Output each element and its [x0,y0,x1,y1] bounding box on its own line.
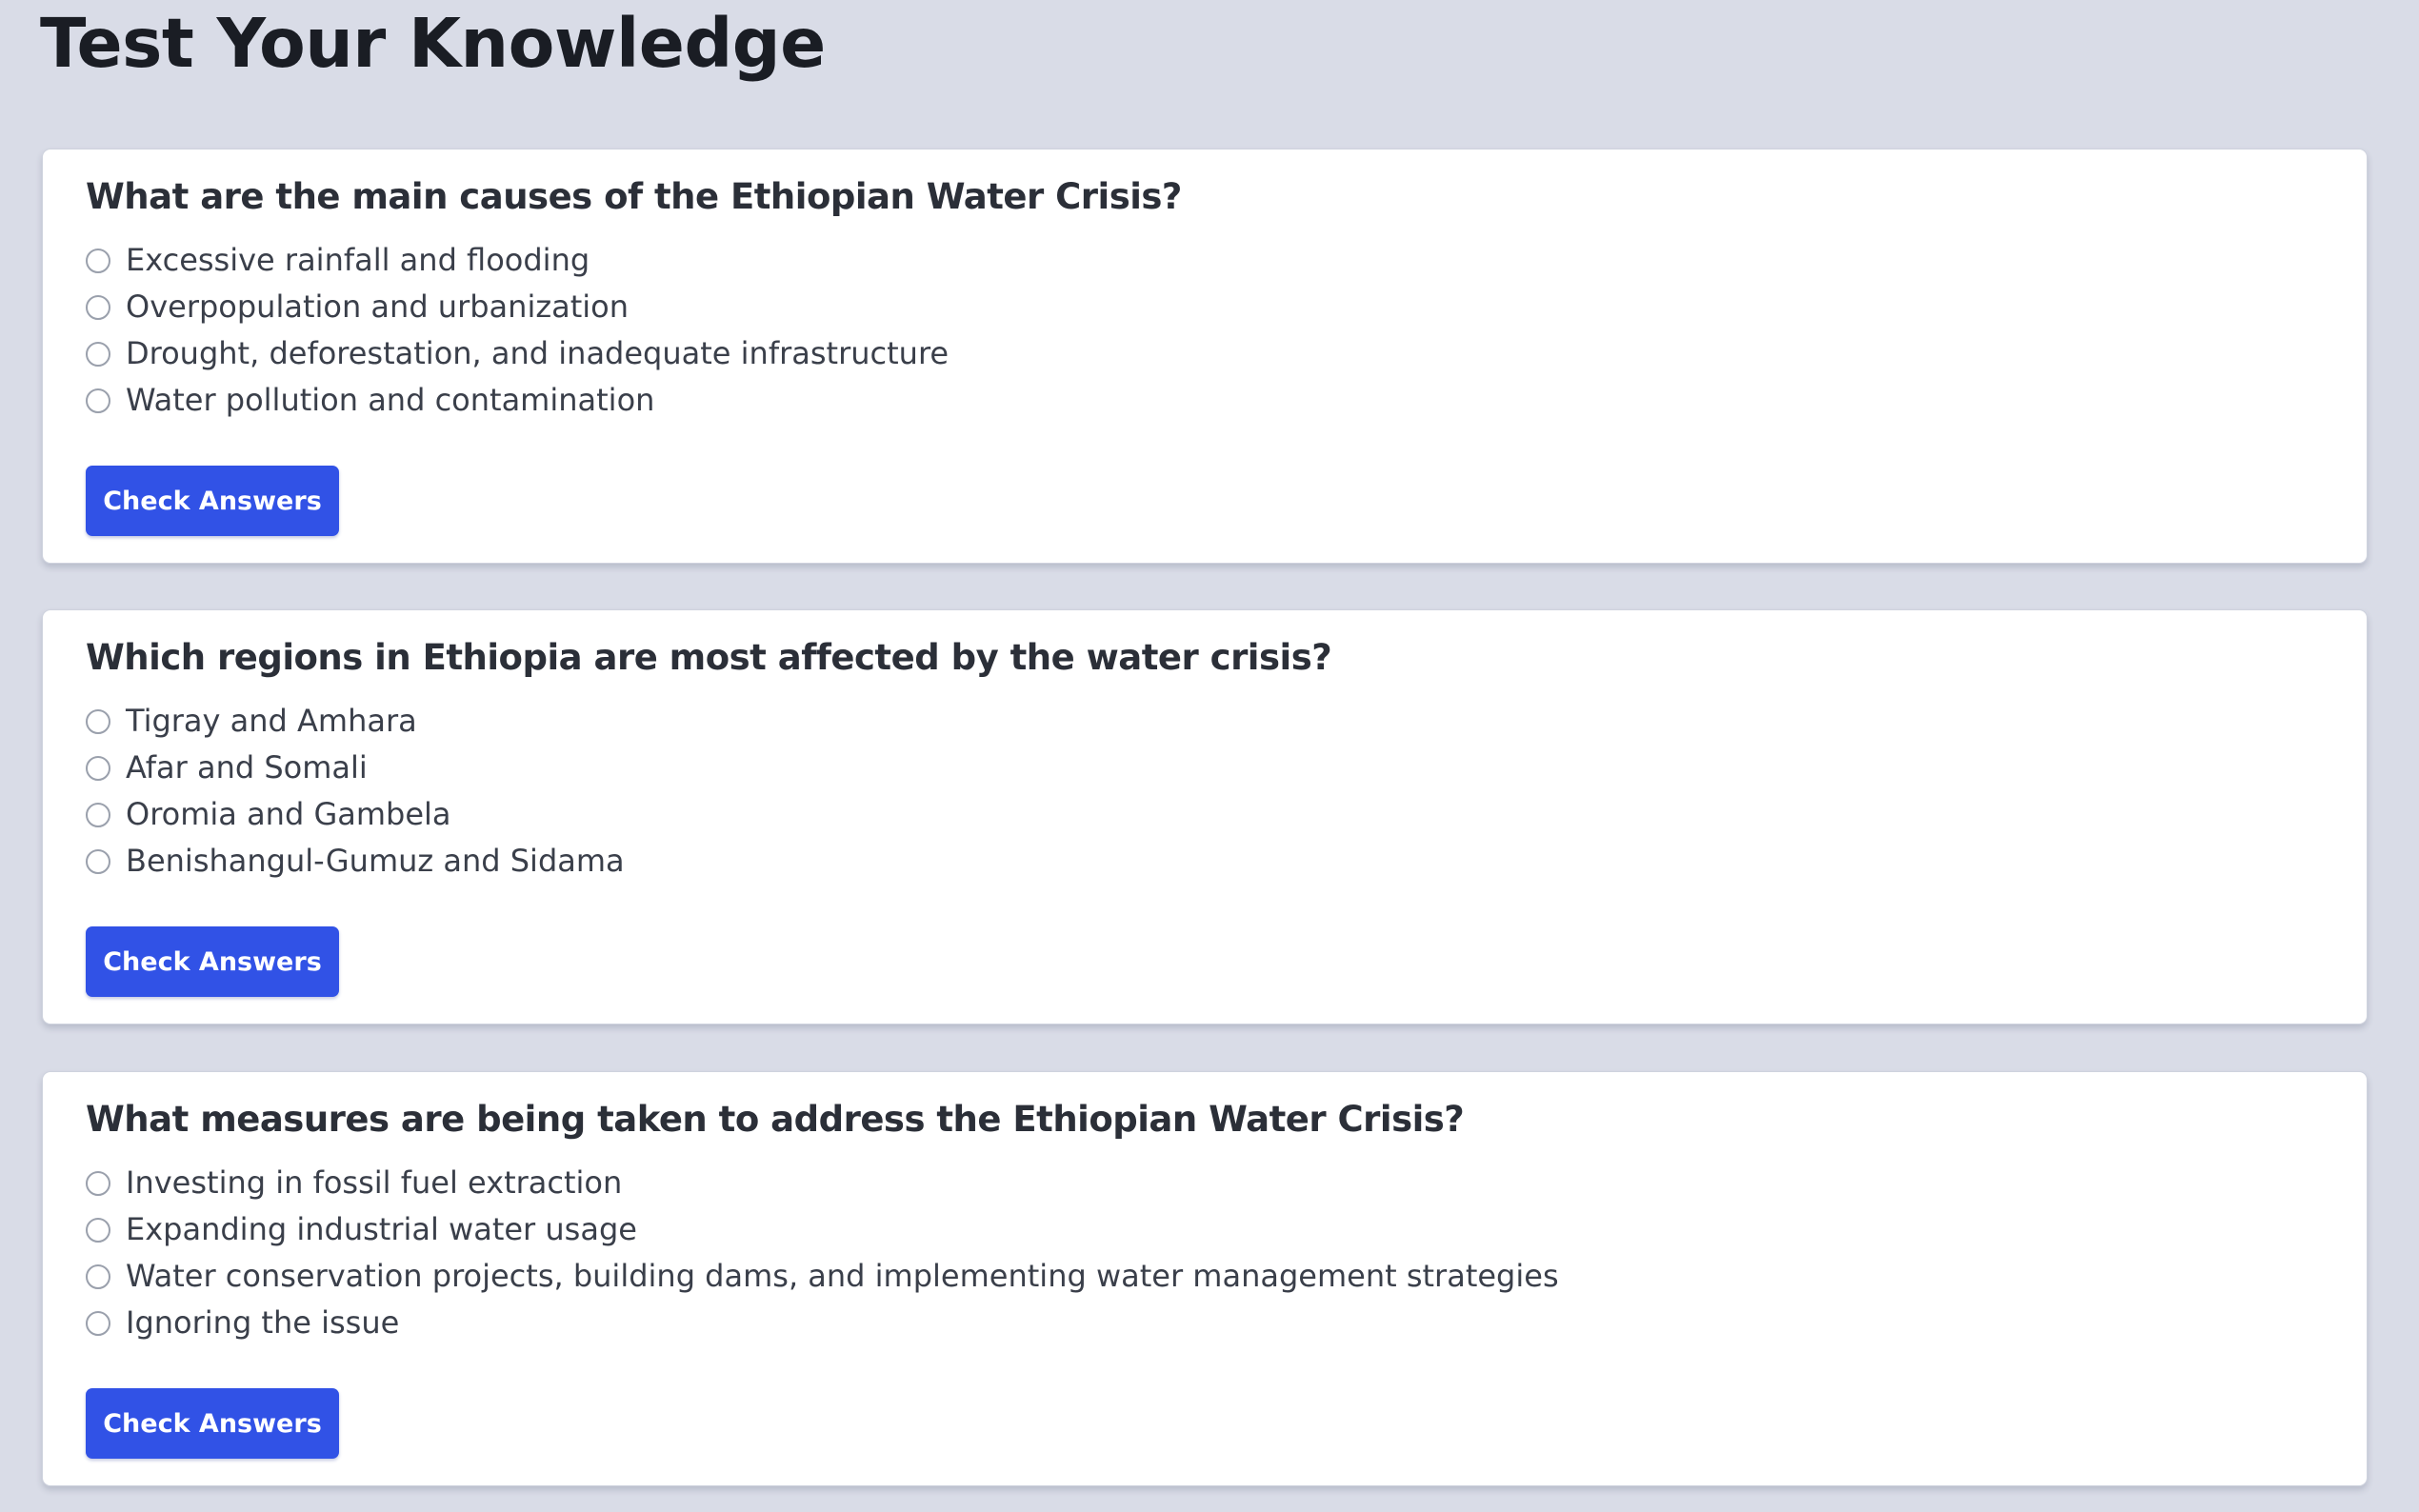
radio-button[interactable] [86,755,110,781]
radio-button[interactable] [86,1170,110,1196]
answer-option-label: Expanding industrial water usage [126,1211,637,1247]
quiz-page: Test Your Knowledge What are the main ca… [0,0,2419,1512]
page-title: Test Your Knowledge [40,4,826,83]
answer-option[interactable]: Afar and Somali [86,745,625,791]
radio-button[interactable] [86,248,110,273]
question-title: What are the main causes of the Ethiopia… [86,176,1182,217]
answer-option-label: Tigray and Amhara [126,703,417,739]
answer-option-label: Overpopulation and urbanization [126,288,630,325]
radio-button[interactable] [86,802,110,827]
answer-option[interactable]: Benishangul-Gumuz and Sidama [86,838,625,885]
radio-button[interactable] [86,294,110,320]
answer-option[interactable]: Excessive rainfall and flooding [86,237,949,284]
answer-option[interactable]: Tigray and Amhara [86,698,625,745]
radio-button[interactable] [86,1217,110,1243]
answer-options: Excessive rainfall and flooding Overpopu… [86,237,949,424]
answer-option-label: Water conservation projects, building da… [126,1258,1559,1294]
radio-button[interactable] [86,708,110,734]
answer-option[interactable]: Water pollution and contamination [86,377,949,424]
answer-option[interactable]: Overpopulation and urbanization [86,284,949,330]
answer-option-label: Water pollution and contamination [126,382,655,418]
check-answers-button[interactable]: Check Answers [86,466,339,536]
question-card-2: Which regions in Ethiopia are most affec… [42,609,2368,1025]
answer-option-label: Afar and Somali [126,749,368,786]
question-card-1: What are the main causes of the Ethiopia… [42,149,2368,564]
answer-option[interactable]: Water conservation projects, building da… [86,1253,1559,1300]
radio-button[interactable] [86,1263,110,1289]
answer-option-label: Investing in fossil fuel extraction [126,1164,623,1201]
check-answers-button[interactable]: Check Answers [86,926,339,997]
radio-button[interactable] [86,848,110,874]
answer-option[interactable]: Investing in fossil fuel extraction [86,1160,1559,1206]
check-answers-button[interactable]: Check Answers [86,1388,339,1459]
answer-option-label: Excessive rainfall and flooding [126,242,590,278]
question-title: What measures are being taken to address… [86,1099,1465,1140]
answer-options: Tigray and Amhara Afar and Somali Oromia… [86,698,625,885]
radio-button[interactable] [86,1310,110,1336]
radio-button[interactable] [86,341,110,367]
answer-option-label: Benishangul-Gumuz and Sidama [126,843,625,879]
answer-option-label: Drought, deforestation, and inadequate i… [126,335,950,371]
answer-options: Investing in fossil fuel extraction Expa… [86,1160,1559,1346]
radio-button[interactable] [86,388,110,413]
answer-option[interactable]: Expanding industrial water usage [86,1206,1559,1253]
answer-option-label: Oromia and Gambela [126,796,451,832]
answer-option[interactable]: Oromia and Gambela [86,791,625,838]
answer-option[interactable]: Drought, deforestation, and inadequate i… [86,330,949,377]
answer-option[interactable]: Ignoring the issue [86,1300,1559,1346]
question-title: Which regions in Ethiopia are most affec… [86,637,1332,678]
question-card-3: What measures are being taken to address… [42,1071,2368,1486]
answer-option-label: Ignoring the issue [126,1304,400,1341]
